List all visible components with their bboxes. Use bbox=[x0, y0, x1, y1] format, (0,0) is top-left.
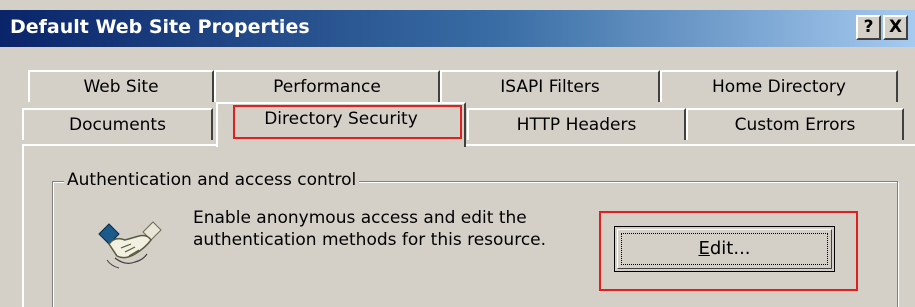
tab-web-site[interactable]: Web Site bbox=[28, 70, 214, 102]
tab-isapi-filters[interactable]: ISAPI Filters bbox=[440, 70, 660, 102]
tab-custom-errors[interactable]: Custom Errors bbox=[686, 108, 904, 140]
auth-description-line2: authentication methods for this resource… bbox=[193, 230, 547, 250]
tab-home-directory[interactable]: Home Directory bbox=[660, 70, 898, 102]
auth-description-line1: Enable anonymous access and edit the bbox=[193, 208, 527, 228]
close-button[interactable]: X bbox=[883, 15, 908, 40]
group-label: Authentication and access control bbox=[64, 170, 360, 190]
tab-performance[interactable]: Performance bbox=[214, 70, 440, 102]
tab-highlight-box bbox=[233, 105, 462, 139]
edit-button-label: Edit... bbox=[698, 238, 751, 259]
edit-button[interactable]: Edit... bbox=[614, 226, 835, 272]
tab-http-headers[interactable]: HTTP Headers bbox=[467, 108, 686, 140]
properties-dialog: Default Web Site Properties ? X Web Site… bbox=[0, 0, 915, 307]
help-button[interactable]: ? bbox=[856, 15, 881, 40]
handshake-icon bbox=[98, 221, 162, 269]
tab-documents[interactable]: Documents bbox=[22, 108, 213, 140]
title-bar: Default Web Site Properties ? X bbox=[0, 10, 915, 47]
window-title: Default Web Site Properties bbox=[10, 16, 310, 38]
